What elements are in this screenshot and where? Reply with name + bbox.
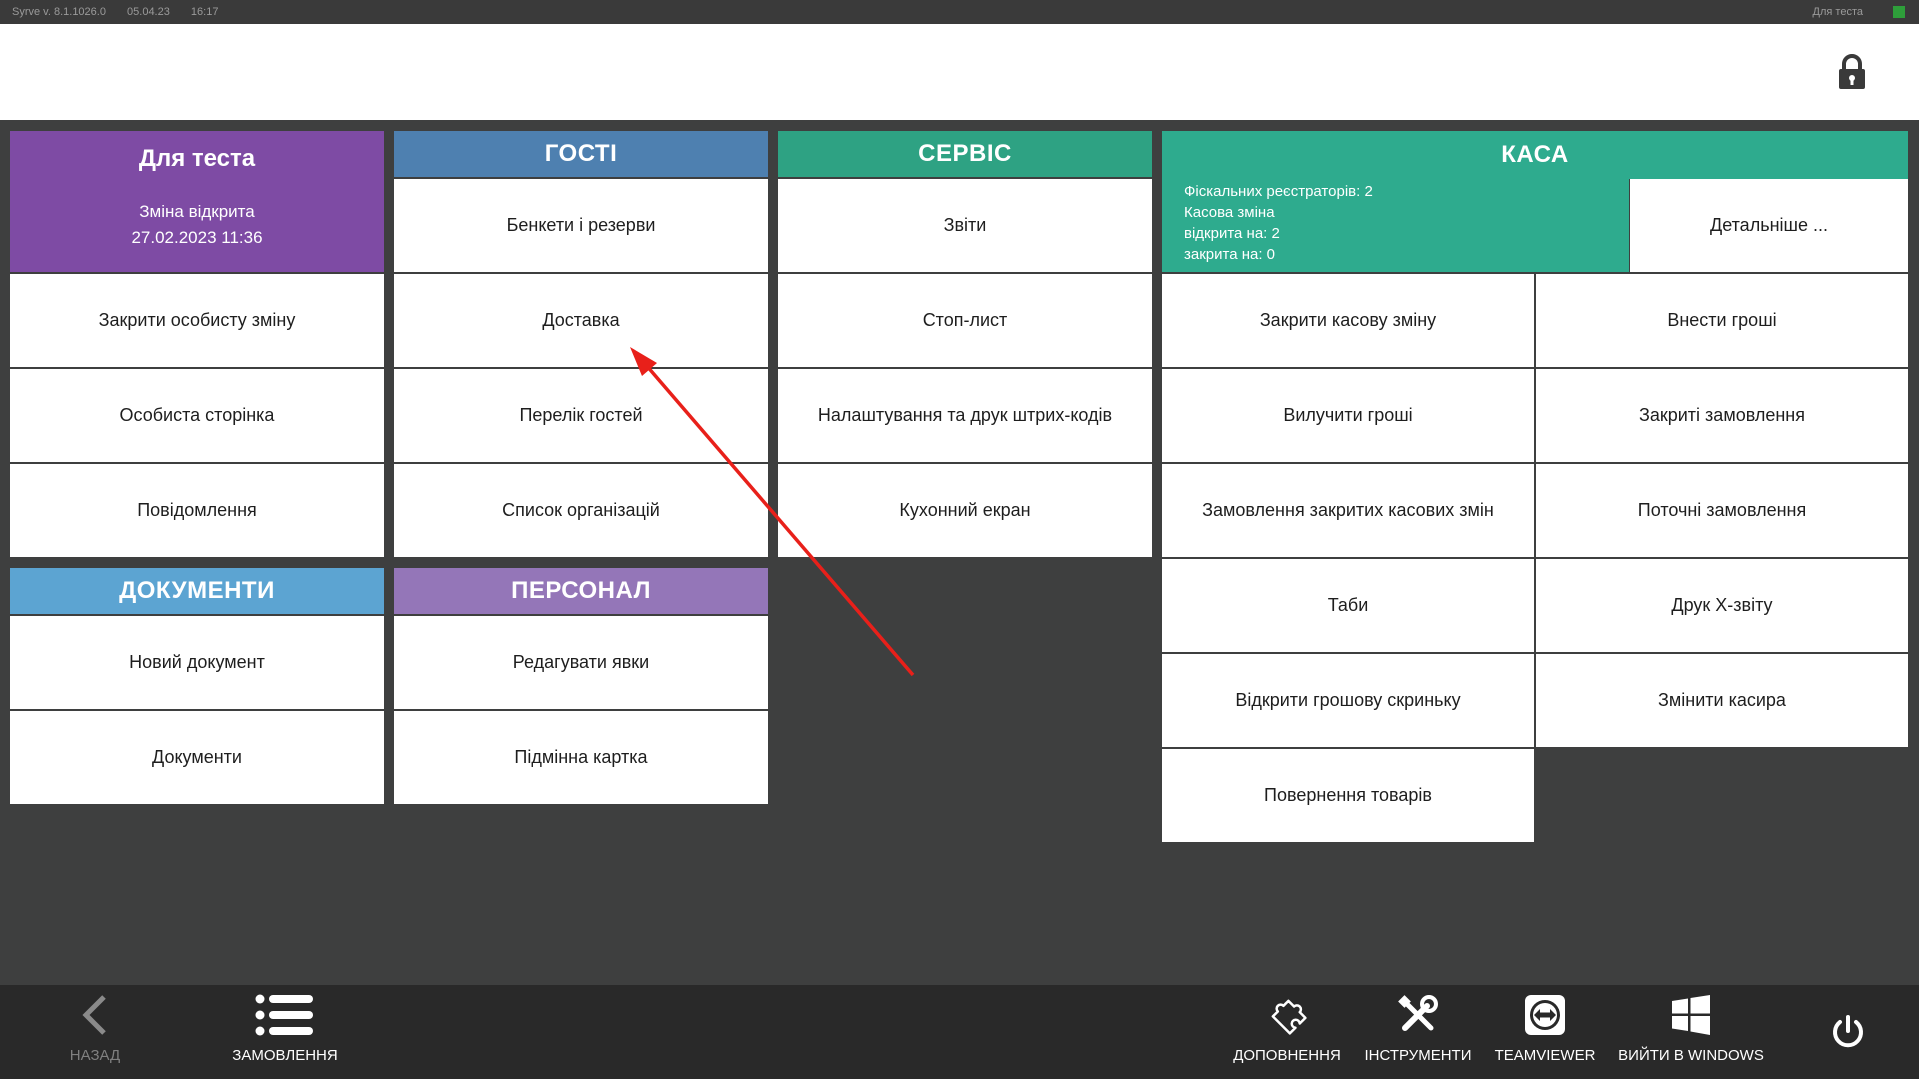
current-orders-button[interactable]: Поточні замовлення xyxy=(1536,464,1908,557)
exit-windows-button[interactable]: ВИЙТИ В WINDOWS xyxy=(1614,985,1768,1079)
chevron-left-icon xyxy=(82,995,106,1035)
messages-button[interactable]: Повідомлення xyxy=(10,464,384,557)
guest-list-button[interactable]: Перелік гостей xyxy=(394,369,768,462)
kasa-header: КАСА xyxy=(1162,131,1908,179)
closed-shift-orders-button[interactable]: Замовлення закритих касових змін xyxy=(1162,464,1534,557)
reports-button[interactable]: Звіти xyxy=(778,179,1152,272)
documents-header: ДОКУМЕНТИ xyxy=(10,568,384,614)
fiscal-registers: Фіскальних реєстраторів: 2 xyxy=(1184,183,1373,200)
status-time: 16:17 xyxy=(190,6,219,18)
substitute-card-button[interactable]: Підмінна картка xyxy=(394,711,768,804)
addons-button[interactable]: ДОПОВНЕННЯ xyxy=(1230,985,1344,1079)
teamviewer-button[interactable]: TEAMVIEWER xyxy=(1490,985,1600,1079)
addons-label: ДОПОВНЕННЯ xyxy=(1233,1047,1341,1064)
organizations-list-button[interactable]: Список організацій xyxy=(394,464,768,557)
close-personal-shift-button[interactable]: Закрити особисту зміну xyxy=(10,274,384,367)
personal-title: Для теста xyxy=(138,145,256,172)
shift-opened-count: відкрита на: 2 xyxy=(1184,225,1280,242)
kitchen-screen-button[interactable]: Кухонний екран xyxy=(778,464,1152,557)
tabs-button[interactable]: Таби xyxy=(1162,559,1534,652)
shift-status: Зміна відкрита xyxy=(139,202,255,221)
lock-icon[interactable] xyxy=(1837,54,1867,90)
cash-shift-label: Касова зміна xyxy=(1184,204,1275,221)
top-bar xyxy=(0,24,1919,120)
puzzle-icon xyxy=(1271,999,1307,1035)
power-icon xyxy=(1833,1015,1863,1048)
status-bar: Syrve v. 8.1.1026.0 05.04.23 16:17 Для т… xyxy=(0,0,1919,24)
kasa-details-button[interactable]: Детальніше ... xyxy=(1630,179,1908,272)
tools-icon xyxy=(1398,995,1438,1031)
tools-button[interactable]: ІНСТРУМЕНТИ xyxy=(1360,985,1476,1079)
teamviewer-label: TEAMVIEWER xyxy=(1494,1047,1596,1064)
personal-page-button[interactable]: Особиста сторінка xyxy=(10,369,384,462)
kasa-info: Фіскальних реєстраторів: 2 Касова зміна … xyxy=(1162,179,1629,272)
change-cashier-button[interactable]: Змінити касира xyxy=(1536,654,1908,747)
product-returns-button[interactable]: Повернення товарів xyxy=(1162,749,1534,842)
guests-header: ГОСТІ xyxy=(394,131,768,177)
connection-indicator xyxy=(1893,6,1905,18)
power-button[interactable] xyxy=(1828,985,1868,1079)
banquets-reserves-button[interactable]: Бенкети і резерви xyxy=(394,179,768,272)
barcode-settings-button[interactable]: Налаштування та друк штрих-кодів xyxy=(778,369,1152,462)
edit-attendance-button[interactable]: Редагувати явки xyxy=(394,616,768,709)
teamviewer-icon xyxy=(1525,995,1565,1035)
personal-shift-card[interactable]: Для теста Зміна відкрита 27.02.2023 11:3… xyxy=(10,131,384,272)
documents-button[interactable]: Документи xyxy=(10,711,384,804)
status-left: Syrve v. 8.1.1026.0 05.04.23 16:17 xyxy=(12,6,236,18)
tools-label: ІНСТРУМЕНТИ xyxy=(1364,1047,1472,1064)
status-right: Для теста xyxy=(1813,6,1905,18)
closed-orders-button[interactable]: Закриті замовлення xyxy=(1536,369,1908,462)
shift-date: 27.02.2023 11:36 xyxy=(131,228,263,247)
print-x-report-button[interactable]: Друк Х-звіту xyxy=(1536,559,1908,652)
windows-icon xyxy=(1672,995,1710,1035)
open-cash-drawer-button[interactable]: Відкрити грошову скриньку xyxy=(1162,654,1534,747)
list-icon xyxy=(255,994,313,1036)
back-label: НАЗАД xyxy=(69,1047,121,1064)
deposit-money-button[interactable]: Внести гроші xyxy=(1536,274,1908,367)
bottom-bar: НАЗАД ЗАМОВЛЕННЯ ДОПОВНЕННЯ ІНСТРУМЕНТИ … xyxy=(0,985,1919,1079)
service-header: СЕРВІС xyxy=(778,131,1152,177)
staff-header: ПЕРСОНАЛ xyxy=(394,568,768,614)
status-user: Для теста xyxy=(1812,6,1863,18)
exit-windows-label: ВИЙТИ В WINDOWS xyxy=(1618,1047,1764,1064)
status-date: 05.04.23 xyxy=(127,6,170,18)
withdraw-money-button[interactable]: Вилучити гроші xyxy=(1162,369,1534,462)
orders-button[interactable]: ЗАМОВЛЕННЯ xyxy=(222,985,348,1079)
close-cash-shift-button[interactable]: Закрити касову зміну xyxy=(1162,274,1534,367)
orders-label: ЗАМОВЛЕННЯ xyxy=(232,1047,338,1064)
app-version: Syrve v. 8.1.1026.0 xyxy=(12,6,106,18)
back-button[interactable]: НАЗАД xyxy=(50,985,140,1079)
stop-list-button[interactable]: Стоп-лист xyxy=(778,274,1152,367)
delivery-button[interactable]: Доставка xyxy=(394,274,768,367)
shift-closed-count: закрита на: 0 xyxy=(1184,246,1276,263)
new-document-button[interactable]: Новий документ xyxy=(10,616,384,709)
